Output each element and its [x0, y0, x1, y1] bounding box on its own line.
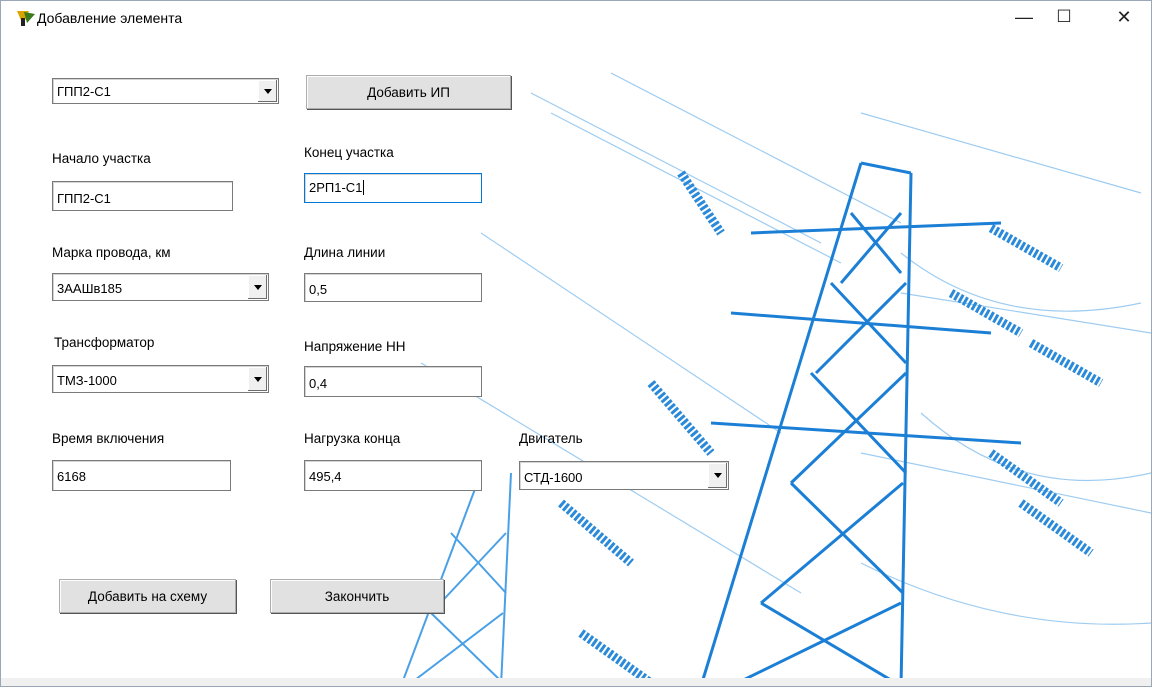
dialog-client-area: ГПП2-С1 Добавить ИП Начало участка ГПП2-… — [1, 33, 1151, 686]
motor-label: Двигатель — [519, 431, 583, 446]
dialog-window: Добавление элемента — ☐ ✕ ГПП2-С1 Добави… — [0, 0, 1152, 687]
voltage-lv-input[interactable]: 0,4 — [304, 366, 482, 397]
wire-brand-label: Марка провода, км — [52, 245, 171, 260]
segment-end-label: Конец участка — [304, 145, 394, 160]
transformer-label: Трансформатор — [54, 335, 155, 350]
maximize-icon[interactable]: ☐ — [1041, 1, 1087, 33]
dropdown-arrow-icon[interactable] — [257, 80, 277, 102]
segment-start-input[interactable]: ГПП2-С1 — [52, 181, 233, 211]
finish-button[interactable]: Закончить — [270, 579, 444, 613]
title-bar[interactable]: Добавление элемента — ☐ ✕ — [1, 1, 1151, 33]
wire-brand-combobox[interactable]: 3ААШв185 — [52, 273, 269, 301]
add-to-scheme-button[interactable]: Добавить на схему — [59, 579, 236, 613]
dropdown-arrow-icon[interactable] — [247, 367, 267, 391]
transformer-combobox[interactable]: ТМЗ-1000 — [52, 365, 269, 393]
close-icon[interactable]: ✕ — [1101, 1, 1147, 33]
text-caret — [363, 180, 365, 195]
dropdown-arrow-icon[interactable] — [707, 463, 727, 488]
end-load-input[interactable]: 495,4 — [304, 460, 482, 491]
motor-combobox[interactable]: СТД-1600 — [519, 461, 729, 490]
transformer-value: ТМЗ-1000 — [57, 373, 117, 388]
add-source-button[interactable]: Добавить ИП — [306, 75, 511, 109]
source-combobox[interactable]: ГПП2-С1 — [52, 78, 279, 104]
voltage-lv-label: Напряжение НН — [304, 339, 406, 354]
dropdown-arrow-icon[interactable] — [247, 275, 267, 299]
on-time-label: Время включения — [52, 431, 165, 446]
on-time-input[interactable]: 6168 — [52, 460, 231, 491]
end-load-label: Нагрузка конца — [304, 431, 401, 446]
motor-value: СТД-1600 — [524, 470, 583, 485]
window-title: Добавление элемента — [37, 10, 183, 26]
segment-start-label: Начало участка — [52, 151, 151, 166]
bottom-edge — [1, 678, 1151, 686]
line-length-input[interactable]: 0,5 — [304, 273, 482, 302]
segment-end-value: 2РП1-С1 — [309, 180, 363, 195]
wire-brand-value: 3ААШв185 — [57, 281, 123, 296]
app-icon — [17, 11, 35, 26]
segment-end-input[interactable]: 2РП1-С1 — [304, 173, 482, 203]
line-length-label: Длина линии — [304, 245, 386, 260]
source-combobox-value: ГПП2-С1 — [57, 84, 111, 99]
